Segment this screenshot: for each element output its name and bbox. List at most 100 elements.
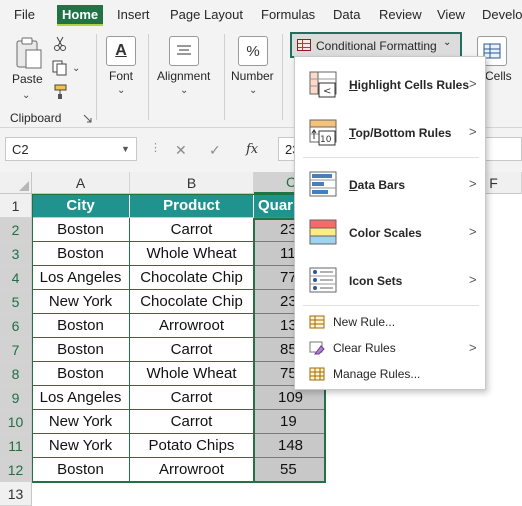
menu-separator xyxy=(303,305,479,306)
paste-label: Paste xyxy=(12,72,43,86)
conditional-formatting-menu: < Highlight Cells Rules > 10 Top/Bottom … xyxy=(294,56,486,390)
alignment-button[interactable] xyxy=(169,36,199,66)
table-cell-product[interactable]: Chocolate Chip xyxy=(130,290,254,314)
data-bars-label: Data Bars xyxy=(349,178,406,192)
table-cell-product[interactable]: Carrot xyxy=(130,410,254,434)
row-header[interactable]: 10 xyxy=(0,410,32,434)
menu-insert[interactable]: Insert xyxy=(117,7,150,22)
cancel-icon[interactable]: ✕ xyxy=(175,142,187,159)
table-cell-product[interactable]: Carrot xyxy=(130,338,254,362)
menu-file[interactable]: File xyxy=(14,7,35,22)
number-button[interactable]: % xyxy=(238,36,268,66)
color-scales-label: Color Scales xyxy=(349,226,422,240)
table-cell-city[interactable]: Boston xyxy=(32,458,130,482)
table-cell-city[interactable]: New York xyxy=(32,434,130,458)
table-cell-city[interactable]: Boston xyxy=(32,242,130,266)
conditional-formatting-icon xyxy=(297,39,311,51)
row-header[interactable]: 13 xyxy=(0,482,32,506)
menu-home[interactable]: Home xyxy=(57,5,104,26)
menu-data-bars[interactable]: Data Bars > xyxy=(295,163,485,207)
row-header[interactable]: 9 xyxy=(0,386,32,410)
menu-highlight-cells-rules[interactable]: < Highlight Cells Rules > xyxy=(295,65,485,105)
table-cell-city[interactable]: Boston xyxy=(32,314,130,338)
select-all-corner[interactable] xyxy=(0,172,32,194)
row-header[interactable]: 5 xyxy=(0,290,32,314)
column-header-b[interactable]: B xyxy=(130,172,254,194)
font-button[interactable]: A xyxy=(106,36,136,66)
row-header[interactable]: 8 xyxy=(0,362,32,386)
icon-sets-arrow-icon: > xyxy=(469,272,477,287)
table-cell-city[interactable]: Boston xyxy=(32,362,130,386)
table-cell-city[interactable]: Los Angeles xyxy=(32,386,130,410)
table-cell-city[interactable]: New York xyxy=(32,410,130,434)
cut-icon[interactable] xyxy=(53,36,67,52)
table-cell-product[interactable]: Carrot xyxy=(130,218,254,242)
row-header[interactable]: 4 xyxy=(0,266,32,290)
paste-icon xyxy=(16,37,42,69)
row-header[interactable]: 3 xyxy=(0,242,32,266)
table-cell-product[interactable]: Arrowroot xyxy=(130,314,254,338)
table-cell-product[interactable]: Arrowroot xyxy=(130,458,254,482)
menu-formulas[interactable]: Formulas xyxy=(261,7,315,22)
highlight-cells-arrow-icon: > xyxy=(469,76,477,91)
row-header[interactable]: 6 xyxy=(0,314,32,338)
font-icon: A xyxy=(115,42,127,59)
ribbon-separator xyxy=(96,34,97,120)
table-header-product[interactable]: Product xyxy=(130,194,254,218)
paste-button[interactable]: Paste ⌄ xyxy=(8,34,48,104)
dialog-launcher-icon[interactable] xyxy=(83,114,92,123)
table-header-city[interactable]: City xyxy=(32,194,130,218)
column-header-a[interactable]: A xyxy=(32,172,130,194)
menu-view[interactable]: View xyxy=(437,7,465,22)
menu-top-bottom-rules[interactable]: 10 Top/Bottom Rules > xyxy=(295,113,485,153)
cells-label: Cells xyxy=(485,69,512,83)
menu-manage-rules[interactable]: Manage Rules... xyxy=(295,361,485,387)
font-chevron-icon[interactable]: ⌄ xyxy=(117,85,125,96)
row-header[interactable]: 7 xyxy=(0,338,32,362)
table-cell-city[interactable]: Boston xyxy=(32,218,130,242)
alignment-label: Alignment xyxy=(157,69,211,83)
menu-review[interactable]: Review xyxy=(379,7,422,22)
format-painter-icon[interactable] xyxy=(52,84,68,100)
conditional-formatting-label: Conditional Formatting xyxy=(316,39,437,53)
menu-new-rule[interactable]: New Rule... xyxy=(295,309,485,335)
row-header[interactable]: 12 xyxy=(0,458,32,482)
table-cell-product[interactable]: Carrot xyxy=(130,386,254,410)
row-header[interactable]: 11 xyxy=(0,434,32,458)
highlight-cells-icon: < xyxy=(309,71,337,98)
table-cell-city[interactable]: Boston xyxy=(32,338,130,362)
data-bars-icon xyxy=(309,171,337,197)
conditional-formatting-chevron-icon: ⌄ xyxy=(443,37,452,48)
copy-chevron-icon[interactable]: ⌄ xyxy=(72,63,80,74)
table-cell-product[interactable]: Whole Wheat xyxy=(130,242,254,266)
table-cell-product[interactable]: Potato Chips xyxy=(130,434,254,458)
menu-data[interactable]: Data xyxy=(333,7,360,22)
menu-color-scales[interactable]: Color Scales > xyxy=(295,211,485,255)
table-cell-product[interactable]: Whole Wheat xyxy=(130,362,254,386)
manage-rules-label: Manage Rules... xyxy=(333,367,421,381)
alignment-chevron-icon[interactable]: ⌄ xyxy=(180,85,188,96)
table-cell-city[interactable]: New York xyxy=(32,290,130,314)
menu-page-layout[interactable]: Page Layout xyxy=(170,7,243,22)
row-header[interactable]: 1 xyxy=(0,194,32,218)
ribbon-separator xyxy=(224,34,225,120)
menu-separator xyxy=(303,157,479,158)
table-cell-city[interactable]: Los Angeles xyxy=(32,266,130,290)
table-cell-product[interactable]: Chocolate Chip xyxy=(130,266,254,290)
enter-icon[interactable]: ✓ xyxy=(209,142,221,159)
row-header[interactable]: 2 xyxy=(0,218,32,242)
menu-developer[interactable]: Develo xyxy=(482,7,522,22)
table-cell-qty[interactable]: 19 xyxy=(254,410,326,434)
clipboard-group-label: Clipboard xyxy=(10,111,62,125)
name-box[interactable]: C2 xyxy=(5,137,137,161)
name-box-chevron-icon[interactable]: ▼ xyxy=(121,144,130,154)
conditional-formatting-button[interactable]: Conditional Formatting ⌄ xyxy=(290,32,462,58)
table-cell-qty[interactable]: 55 xyxy=(254,458,326,482)
insert-function-icon[interactable]: fx xyxy=(246,142,258,157)
copy-icon[interactable] xyxy=(52,60,68,76)
new-rule-icon xyxy=(309,315,325,329)
number-chevron-icon[interactable]: ⌄ xyxy=(249,85,257,96)
table-cell-qty[interactable]: 148 xyxy=(254,434,326,458)
menu-icon-sets[interactable]: Icon Sets > xyxy=(295,259,485,303)
menu-clear-rules[interactable]: Clear Rules > xyxy=(295,335,485,361)
